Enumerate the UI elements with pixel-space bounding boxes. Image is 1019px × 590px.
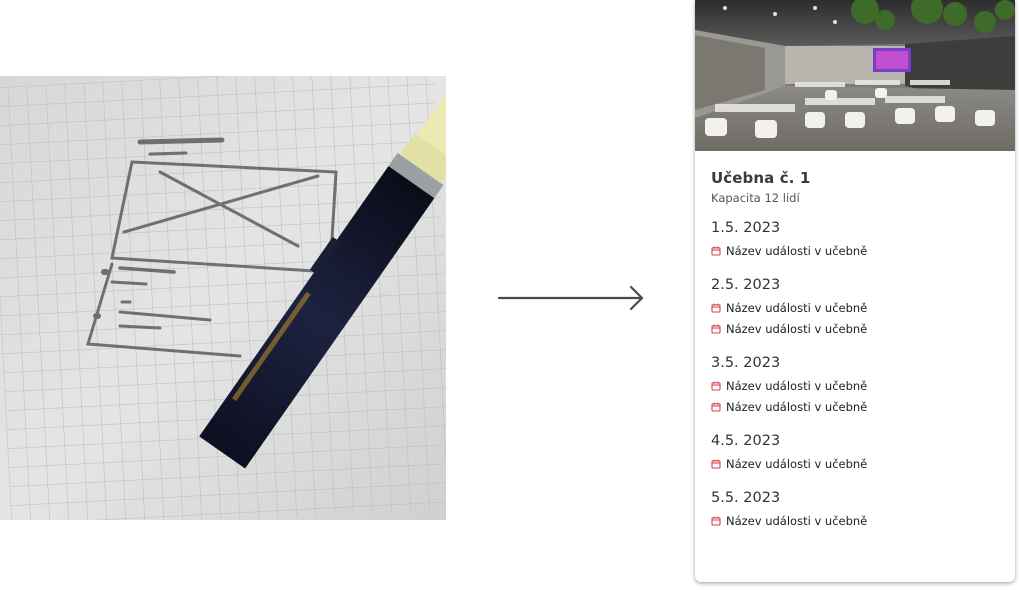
calendar-icon — [711, 459, 721, 469]
event-item[interactable]: Název události v učebně — [711, 376, 999, 396]
event-item[interactable]: Název události v učebně — [711, 241, 999, 261]
day-date: 3.5. 2023 — [711, 355, 781, 371]
day-date: 4.5. 2023 — [711, 433, 781, 449]
wireframe-sketch-icon — [0, 76, 446, 520]
event-label: Název události v učebně — [726, 244, 868, 258]
day-group: 5.5. 2023 Název události v učebně — [711, 490, 999, 531]
room-card: Učebna č. 1 Kapacita 12 lidí 1.5. 2023 N… — [695, 0, 1015, 582]
event-label: Název události v učebně — [726, 400, 868, 414]
calendar-icon — [711, 324, 721, 334]
room-capacity: Kapacita 12 lidí — [711, 191, 800, 205]
classroom-photo-icon — [695, 0, 1015, 151]
card-body: Učebna č. 1 Kapacita 12 lidí 1.5. 2023 N… — [711, 151, 999, 531]
sketch-photo — [0, 76, 446, 520]
calendar-icon — [711, 303, 721, 313]
day-group: 4.5. 2023 Název události v učebně — [711, 433, 999, 474]
room-title: Učebna č. 1 — [711, 169, 811, 187]
event-label: Název události v učebně — [726, 301, 868, 315]
event-label: Název události v učebně — [726, 322, 868, 336]
event-label: Název události v učebně — [726, 457, 868, 471]
event-item[interactable]: Název události v učebně — [711, 397, 999, 417]
calendar-icon — [711, 246, 721, 256]
right-arrow-icon — [497, 285, 644, 311]
day-date: 1.5. 2023 — [711, 220, 781, 236]
event-item[interactable]: Název události v učebně — [711, 319, 999, 339]
day-group: 1.5. 2023 Název události v učebně — [711, 220, 999, 261]
event-label: Název události v učebně — [726, 379, 868, 393]
event-label: Název události v učebně — [726, 514, 868, 528]
schedule-list: 1.5. 2023 Název události v učebně 2.5. 2… — [711, 220, 999, 531]
day-date: 5.5. 2023 — [711, 490, 781, 506]
event-item[interactable]: Název události v učebně — [711, 298, 999, 318]
calendar-icon — [711, 381, 721, 391]
day-group: 3.5. 2023 Název události v učebně Název … — [711, 355, 999, 417]
calendar-icon — [711, 516, 721, 526]
calendar-icon — [711, 402, 721, 412]
classroom-photo — [695, 0, 1015, 151]
day-group: 2.5. 2023 Název události v učebně Název … — [711, 277, 999, 339]
event-item[interactable]: Název události v učebně — [711, 454, 999, 474]
day-date: 2.5. 2023 — [711, 277, 781, 293]
event-item[interactable]: Název události v učebně — [711, 511, 999, 531]
